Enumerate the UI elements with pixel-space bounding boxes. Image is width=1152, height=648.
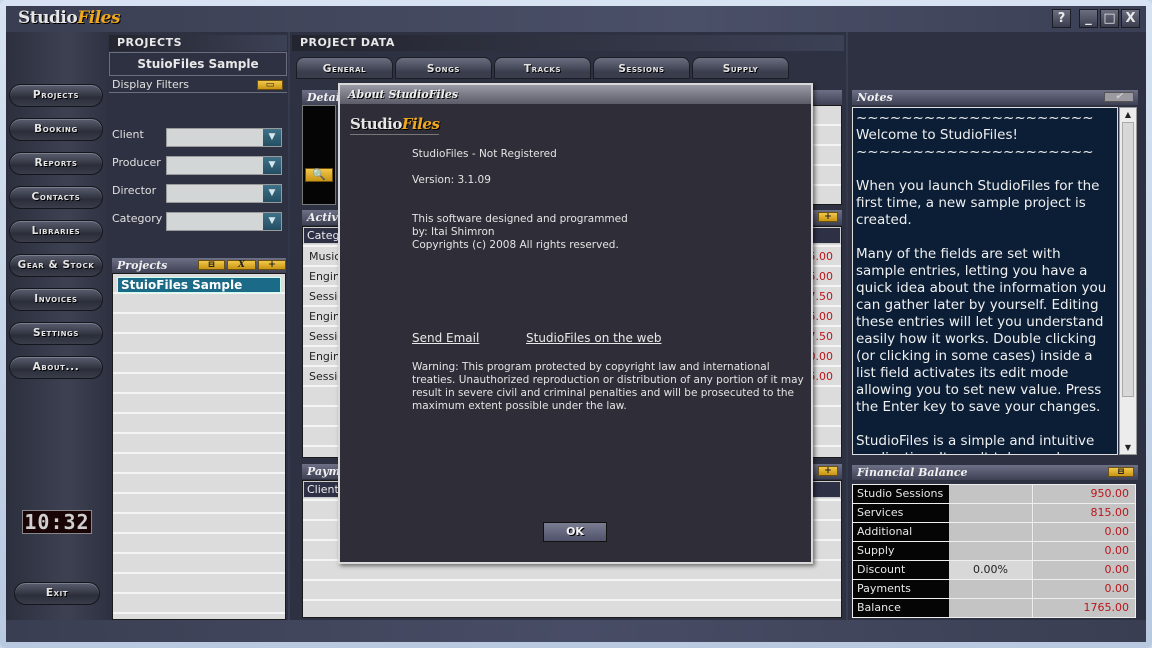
filter-director-label: Director: [112, 184, 157, 197]
plus-icon: +: [824, 466, 832, 476]
scrollbar-thumb[interactable]: [1122, 122, 1134, 397]
dialog-logo: StudioFiles: [350, 115, 440, 135]
plus-icon: +: [824, 212, 832, 222]
credit-line-2: by: Itai Shimron: [412, 226, 495, 238]
add-project-button[interactable]: +: [258, 260, 286, 270]
financial-row: Payments 0.00: [853, 580, 1135, 599]
projects-column: PROJECTS StuioFiles Sample Display Filte…: [108, 32, 288, 620]
nav-about-button[interactable]: About...: [9, 356, 103, 379]
registration-status: StudioFiles - Not Registered: [412, 148, 557, 160]
discount-input[interactable]: 0.00%: [949, 561, 1033, 579]
financial-row: Discount 0.00% 0.00: [853, 561, 1135, 580]
credit-line-1: This software designed and programmed: [412, 213, 628, 225]
right-column: Notes ✔ ~~~~~~~~~~~~~~~~~~~~~ Welcome to…: [848, 32, 1146, 620]
projects-list[interactable]: StuioFiles Sample: [112, 273, 286, 620]
panel-icon: ▭: [265, 80, 275, 90]
scroll-up-icon[interactable]: ▲: [1120, 110, 1136, 119]
tab-supply[interactable]: Supply: [692, 57, 789, 79]
nav-reports-button[interactable]: Reports: [9, 152, 103, 175]
add-payment-button[interactable]: +: [818, 466, 838, 476]
magnifier-icon: 🔍: [312, 168, 326, 181]
project-tabs: General Songs Tracks Sessions Supply: [296, 57, 791, 79]
exit-button[interactable]: Exit: [14, 582, 100, 605]
minimize-list-button[interactable]: ⊟: [198, 260, 225, 270]
nav-gear-stock-button[interactable]: Gear & Stock: [9, 254, 103, 277]
filter-producer-label: Producer: [112, 156, 161, 169]
title-bar: StudioFiles ? _ □ X: [6, 6, 1146, 32]
minimize-financial-button[interactable]: ⊟: [1108, 467, 1134, 477]
chevron-down-icon: ▼: [263, 213, 281, 230]
financial-balance-header: Financial Balance ⊟: [852, 465, 1138, 480]
send-email-link[interactable]: Send Email: [412, 331, 479, 345]
display-filters-bar: Display Filters ▭: [109, 78, 287, 93]
copyright-line: Copyrights (c) 2008 All rights reserved.: [412, 239, 619, 251]
tab-tracks[interactable]: Tracks: [494, 57, 591, 79]
list-item-selected[interactable]: StuioFiles Sample: [117, 277, 281, 293]
digital-clock: 10:32: [22, 510, 92, 534]
nav-projects-button[interactable]: Projects: [9, 84, 103, 107]
filter-client-label: Client: [112, 128, 144, 141]
current-project-name: StuioFiles Sample: [109, 52, 287, 76]
minimize-icon: ⊟: [207, 260, 216, 270]
tab-general[interactable]: General: [296, 57, 393, 79]
add-activity-button[interactable]: +: [818, 212, 838, 222]
main-navigation: Projects Booking Reports Contacts Librar…: [6, 32, 108, 620]
maximize-button[interactable]: □: [1100, 9, 1119, 28]
app-logo: StudioFiles: [18, 8, 121, 28]
nav-invoices-button[interactable]: Invoices: [9, 288, 103, 311]
chevron-down-icon: ▼: [263, 157, 281, 174]
projects-section-header: PROJECTS: [109, 35, 287, 51]
website-link[interactable]: StudioFiles on the web: [526, 331, 661, 345]
notes-textarea[interactable]: ~~~~~~~~~~~~~~~~~~~~~ Welcome to StudioF…: [852, 107, 1118, 455]
notes-scrollbar[interactable]: ▲ ▼: [1119, 107, 1137, 455]
details-image-box: 🔍: [302, 105, 336, 205]
search-image-button[interactable]: 🔍: [305, 168, 333, 182]
minimize-button[interactable]: _: [1079, 9, 1098, 28]
nav-contacts-button[interactable]: Contacts: [9, 186, 103, 209]
chevron-down-icon: ▼: [263, 185, 281, 202]
ok-button[interactable]: OK: [543, 522, 607, 542]
status-strip: [6, 620, 1146, 642]
projects-list-header: Projects ⊟ X +: [112, 258, 286, 273]
financial-row: Services 815.00: [853, 504, 1135, 523]
tab-songs[interactable]: Songs: [395, 57, 492, 79]
minimize-icon: ⊟: [1117, 467, 1125, 477]
category-filter-select[interactable]: ▼: [166, 212, 282, 231]
financial-row: Additional 0.00: [853, 523, 1135, 542]
tab-sessions[interactable]: Sessions: [593, 57, 690, 79]
financial-row: Supply 0.00: [853, 542, 1135, 561]
scroll-down-icon[interactable]: ▼: [1120, 443, 1136, 452]
about-dialog: About StudioFiles StudioFiles StudioFile…: [338, 83, 813, 564]
dialog-title: About StudioFiles: [340, 85, 811, 104]
version-label: Version: 3.1.09: [412, 174, 491, 186]
financial-balance-table: Studio Sessions 950.00 Services 815.00 Add…: [852, 484, 1136, 618]
nav-libraries-button[interactable]: Libraries: [9, 220, 103, 243]
plus-icon: +: [268, 260, 276, 270]
help-button[interactable]: ?: [1052, 9, 1071, 28]
client-filter-select[interactable]: ▼: [166, 128, 282, 147]
director-filter-select[interactable]: ▼: [166, 184, 282, 203]
toggle-filters-button[interactable]: ▭: [257, 80, 283, 90]
producer-filter-select[interactable]: ▼: [166, 156, 282, 175]
project-data-header: PROJECT DATA: [292, 35, 844, 51]
nav-booking-button[interactable]: Booking: [9, 118, 103, 141]
copyright-warning: Warning: This program protected by copyr…: [412, 361, 804, 412]
delete-project-button[interactable]: X: [227, 260, 256, 270]
close-button[interactable]: X: [1121, 9, 1140, 28]
display-filters-label: Display Filters: [112, 78, 190, 91]
close-icon: X: [238, 260, 245, 270]
financial-row: Balance 1765.00: [853, 599, 1135, 618]
financial-row: Studio Sessions 950.00: [853, 485, 1135, 504]
chevron-down-icon: ▼: [263, 129, 281, 146]
filter-category-label: Category: [112, 212, 163, 225]
nav-settings-button[interactable]: Settings: [9, 322, 103, 345]
